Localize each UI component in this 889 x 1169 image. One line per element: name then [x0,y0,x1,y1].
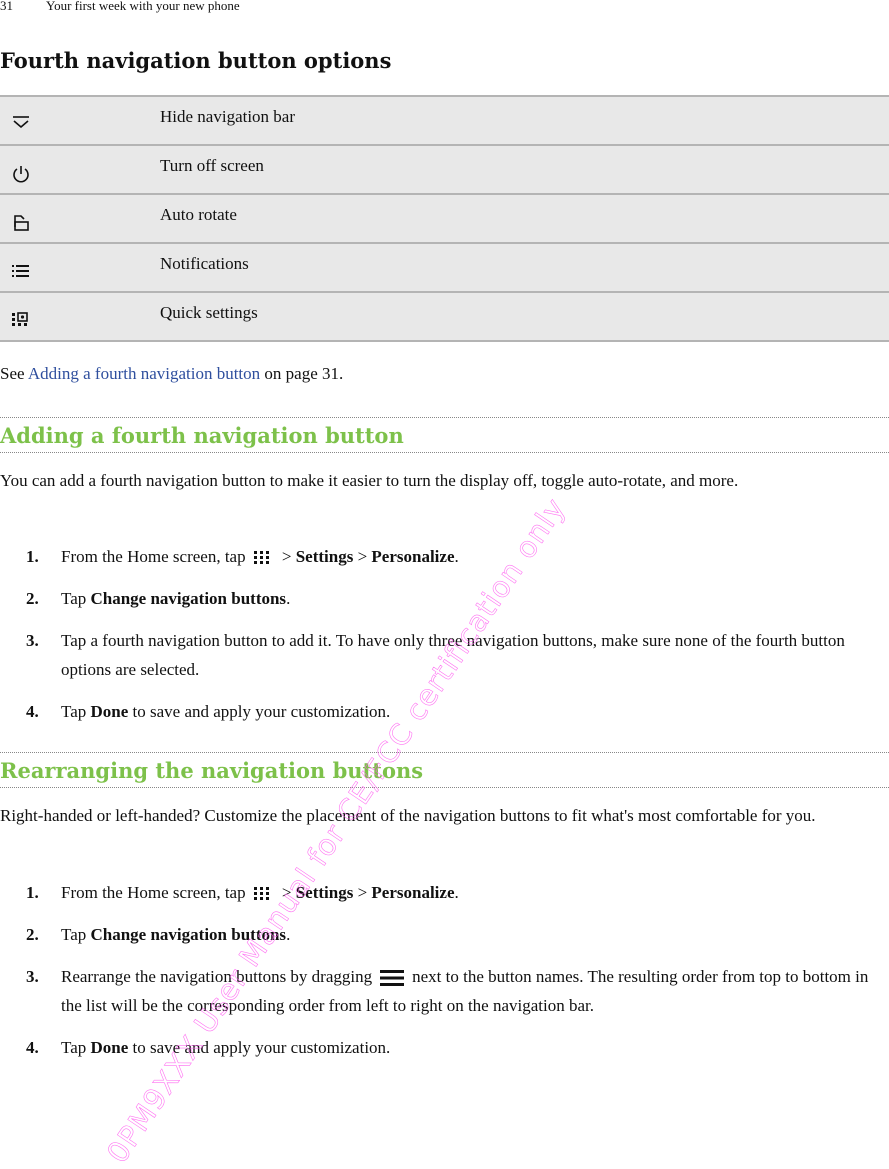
section-heading-rearranging: Rearranging the navigation buttons [0,752,889,788]
fourth-button-options-table: Hide navigation bar Turn off screen Auto… [0,95,889,342]
chapter-title: Your first week with your new phone [46,0,240,13]
auto-rotate-icon [14,215,29,231]
option-row: Notifications [0,243,889,292]
option-row: Quick settings [0,292,889,341]
step-item: 3. Tap a fourth navigation button to add… [26,631,845,679]
step-item: 3. Rearrange the navigation buttons by d… [26,967,869,1015]
option-row: Turn off screen [0,145,889,194]
option-label: Quick settings [160,303,258,322]
page-header: 31 Your first week with your new phone [0,0,240,14]
notifications-icon [12,265,29,277]
section-intro: Right-handed or left-handed? Customize t… [0,806,816,825]
page-title: Fourth navigation button options [0,48,392,73]
section-heading-adding: Adding a fourth navigation button [0,417,889,453]
option-label: Notifications [160,254,249,273]
step-item: 1. From the Home screen, tap > Settings … [26,547,459,566]
cross-reference: See Adding a fourth navigation button on… [0,364,344,383]
drag-handle-icon [380,970,405,987]
option-row: Hide navigation bar [0,96,889,145]
step-item: 2. Tap Change navigation buttons. [26,589,291,608]
page-number: 31 [0,0,13,13]
step-item: 2. Tap Change navigation buttons. [26,925,291,944]
power-icon [13,166,29,183]
section-intro: You can add a fourth navigation button t… [0,471,739,490]
steps-list-rearranging: 1. From the Home screen, tap > Settings … [0,878,889,1075]
option-label: Turn off screen [160,156,264,175]
hide-navigation-bar-icon [13,116,29,129]
step-item: 1. From the Home screen, tap > Settings … [26,883,459,902]
steps-list-adding: 1. From the Home screen, tap > Settings … [0,542,889,739]
step-item: 4. Tap Done to save and apply your custo… [26,702,391,721]
quick-settings-icon [12,312,28,326]
cross-reference-link[interactable]: Adding a fourth navigation button [28,364,260,383]
option-label: Hide navigation bar [160,107,296,126]
option-label: Auto rotate [160,205,237,224]
apps-icon [253,551,269,565]
apps-icon [253,887,269,901]
step-item: 4. Tap Done to save and apply your custo… [26,1038,391,1057]
option-row: Auto rotate [0,194,889,243]
